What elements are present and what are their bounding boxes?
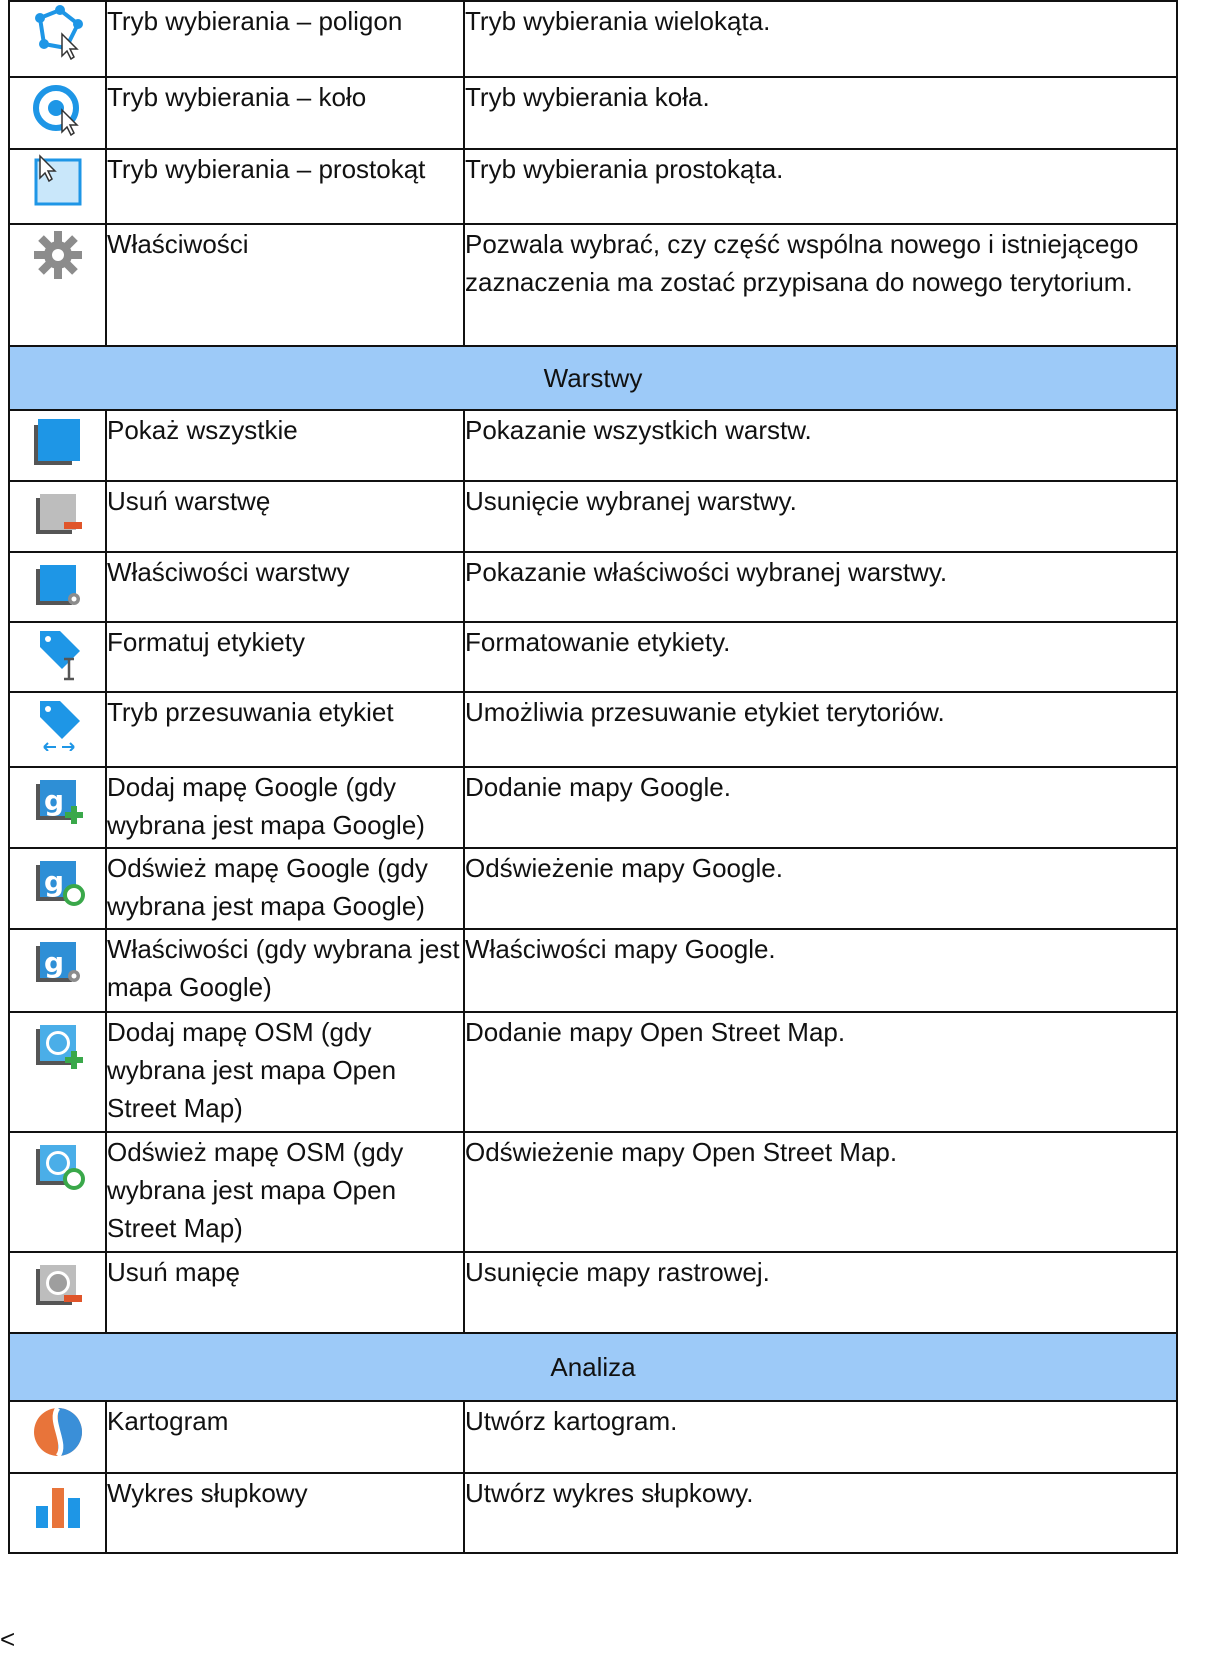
- tool-description: Dodanie mapy Open Street Map.: [463, 1011, 1178, 1133]
- section-header-row: Warstwy: [8, 345, 1178, 411]
- icon-cell: [8, 1472, 107, 1554]
- icon-cell: [8, 1400, 107, 1474]
- tool-name: Usuń mapę: [105, 1251, 465, 1334]
- tool-description: Utwórz wykres słupkowy.: [463, 1472, 1178, 1554]
- tool-name: Właściwości (gdy wybrana jest mapa Googl…: [105, 928, 465, 1013]
- svg-text:g: g: [44, 865, 64, 898]
- show-all-layers-icon: [30, 413, 86, 469]
- table-row: g Dodaj mapę Google (gdy wybrana jest map…: [8, 766, 1178, 849]
- tool-name: Kartogram: [105, 1400, 465, 1474]
- tool-description: Odświeżenie mapy Open Street Map.: [463, 1131, 1178, 1253]
- tool-name: Wykres słupkowy: [105, 1472, 465, 1554]
- remove-layer-icon: [30, 484, 86, 540]
- icon-cell: [8, 691, 107, 768]
- tool-description: Pozwala wybrać, czy część wspólna nowego…: [463, 223, 1178, 347]
- icon-cell: [8, 1011, 107, 1133]
- section-title: Analiza: [8, 1332, 1178, 1402]
- polygon-select-icon: [30, 4, 86, 60]
- tool-name: Właściwości warstwy: [105, 551, 465, 623]
- tool-name: Tryb wybierania – prostokąt: [105, 148, 465, 225]
- icon-cell: [8, 148, 107, 225]
- table-row: Usuń warstwę Usunięcie wybranej warstwy.: [8, 480, 1178, 553]
- refresh-google-map-icon: g: [30, 851, 86, 907]
- stray-character: <: [0, 1624, 16, 1654]
- tool-name: Tryb przesuwania etykiet: [105, 691, 465, 768]
- tool-name: Dodaj mapę OSM (gdy wybrana jest mapa Op…: [105, 1011, 465, 1133]
- tool-description: Pokazanie wszystkich warstw.: [463, 409, 1178, 482]
- table-row: g Właściwości (gdy wybrana jest mapa Goog…: [8, 928, 1178, 1013]
- table-row: Tryb wybierania – poligon Tryb wybierania…: [8, 0, 1178, 78]
- table-body: Tryb wybierania – poligon Tryb wybierania…: [8, 0, 1178, 1554]
- gear-icon: [30, 227, 86, 283]
- icon-cell: [8, 480, 107, 553]
- section-title: Warstwy: [8, 345, 1178, 411]
- move-labels-icon: [30, 695, 86, 751]
- add-osm-map-icon: [30, 1015, 86, 1071]
- rectangle-select-icon: [30, 152, 86, 208]
- tool-description: Tryb wybierania prostokąta.: [463, 148, 1178, 225]
- tool-name: Pokaż wszystkie: [105, 409, 465, 482]
- icon-cell: [8, 551, 107, 623]
- remove-map-icon: [30, 1255, 86, 1311]
- bar-chart-icon: [30, 1476, 86, 1532]
- toolbar-reference-table: Tryb wybierania – poligon Tryb wybierania…: [8, 0, 1178, 1554]
- tool-name: Odśwież mapę Google (gdy wybrana jest ma…: [105, 847, 465, 930]
- table-row: Tryb wybierania – koło Tryb wybierania ko…: [8, 76, 1178, 150]
- google-map-properties-icon: g: [30, 932, 86, 988]
- table-row: Właściwości Pozwala wybrać, czy część wsp…: [8, 223, 1178, 347]
- icon-cell: [8, 409, 107, 482]
- icon-cell: [8, 621, 107, 693]
- tool-name: Dodaj mapę Google (gdy wybrana jest mapa…: [105, 766, 465, 849]
- tool-description: Usunięcie wybranej warstwy.: [463, 480, 1178, 553]
- format-labels-icon: [30, 625, 86, 681]
- circle-select-icon: [30, 80, 86, 136]
- icon-cell: g: [8, 928, 107, 1013]
- tool-name: Tryb wybierania – poligon: [105, 0, 465, 78]
- icon-cell: g: [8, 847, 107, 930]
- tool-name: Tryb wybierania – koło: [105, 76, 465, 150]
- table-row: Formatuj etykiety Formatowanie etykiety.: [8, 621, 1178, 693]
- icon-cell: [8, 1131, 107, 1253]
- tool-description: Pokazanie właściwości wybranej warstwy.: [463, 551, 1178, 623]
- tool-description: Tryb wybierania koła.: [463, 76, 1178, 150]
- table-row: Dodaj mapę OSM (gdy wybrana jest mapa Op…: [8, 1011, 1178, 1133]
- table-row: Pokaż wszystkie Pokazanie wszystkich wars…: [8, 409, 1178, 482]
- tool-name: Właściwości: [105, 223, 465, 347]
- tool-name: Formatuj etykiety: [105, 621, 465, 693]
- table-row: Odśwież mapę OSM (gdy wybrana jest mapa …: [8, 1131, 1178, 1253]
- tool-description: Utwórz kartogram.: [463, 1400, 1178, 1474]
- table-row: g Odśwież mapę Google (gdy wybrana jest m…: [8, 847, 1178, 930]
- tool-name: Usuń warstwę: [105, 480, 465, 553]
- tool-name: Odśwież mapę OSM (gdy wybrana jest mapa …: [105, 1131, 465, 1253]
- table-row: Kartogram Utwórz kartogram.: [8, 1400, 1178, 1474]
- tool-description: Tryb wybierania wielokąta.: [463, 0, 1178, 78]
- table-row: Tryb wybierania – prostokąt Tryb wybieran…: [8, 148, 1178, 225]
- table-row: Wykres słupkowy Utwórz wykres słupkowy.: [8, 1472, 1178, 1554]
- tool-description: Właściwości mapy Google.: [463, 928, 1178, 1013]
- cartogram-icon: [30, 1404, 86, 1460]
- refresh-osm-map-icon: [30, 1135, 86, 1191]
- table-row: Właściwości warstwy Pokazanie właściwości…: [8, 551, 1178, 623]
- tool-description: Umożliwia przesuwanie etykiet terytoriów…: [463, 691, 1178, 768]
- icon-cell: [8, 76, 107, 150]
- table-row: Tryb przesuwania etykiet Umożliwia przesu…: [8, 691, 1178, 768]
- svg-text:g: g: [44, 946, 64, 979]
- icon-cell: g: [8, 766, 107, 849]
- icon-cell: [8, 0, 107, 78]
- tool-description: Dodanie mapy Google.: [463, 766, 1178, 849]
- layer-properties-icon: [30, 555, 86, 611]
- add-google-map-icon: g: [30, 770, 86, 826]
- icon-cell: [8, 223, 107, 347]
- tool-description: Usunięcie mapy rastrowej.: [463, 1251, 1178, 1334]
- tool-description: Formatowanie etykiety.: [463, 621, 1178, 693]
- section-header-row: Analiza: [8, 1332, 1178, 1402]
- icon-cell: [8, 1251, 107, 1334]
- tool-description: Odświeżenie mapy Google.: [463, 847, 1178, 930]
- table-row: Usuń mapę Usunięcie mapy rastrowej.: [8, 1251, 1178, 1334]
- svg-text:g: g: [44, 784, 64, 817]
